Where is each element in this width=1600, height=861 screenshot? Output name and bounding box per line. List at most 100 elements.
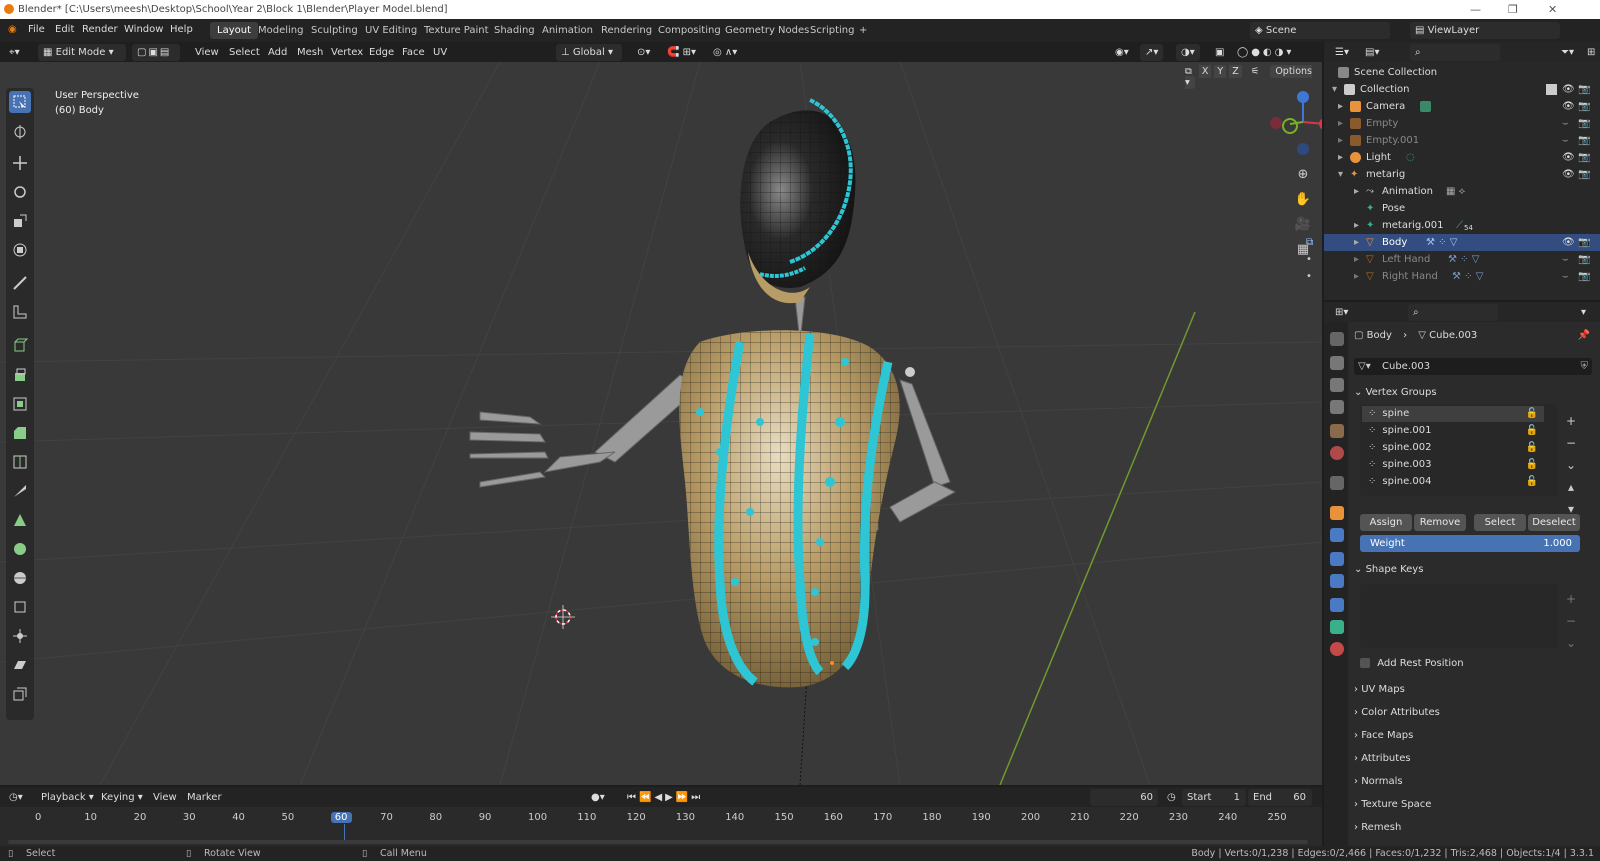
preview-range-icon[interactable]: ◷ [1162, 789, 1181, 806]
snap-icon[interactable]: 🧲 ⊞▾ [662, 44, 701, 61]
mode-selector[interactable]: ▦ Edit Mode ▾ [38, 44, 126, 61]
render-camera-icon[interactable]: 📷 [1578, 251, 1590, 268]
tab-texture-paint[interactable]: Texture Paint [417, 22, 496, 39]
section-texture-space[interactable]: › Texture Space [1354, 795, 1594, 815]
transform-tool-icon[interactable] [9, 239, 31, 261]
tab-animation[interactable]: Animation [535, 22, 600, 39]
display-mode-icon[interactable]: ▤▾ [1360, 44, 1384, 61]
menu-uv[interactable]: UV [428, 44, 452, 61]
modifier-tab-icon[interactable] [1330, 528, 1344, 542]
exclude-checkbox[interactable] [1546, 84, 1557, 95]
section-remesh[interactable]: › Remesh [1354, 818, 1594, 838]
proportional-edit-icon[interactable]: ◎ ∧▾ [708, 44, 742, 61]
world-tab-icon[interactable] [1330, 446, 1344, 460]
rotate-tool-icon[interactable] [9, 181, 31, 203]
section-normals[interactable]: › Normals [1354, 772, 1594, 792]
fake-user-shield-icon[interactable]: ⛨ [1581, 358, 1589, 375]
tab-sculpting[interactable]: Sculpting [304, 22, 365, 39]
object-tab-icon[interactable] [1330, 506, 1344, 520]
move-up-icon[interactable]: ▴ [1566, 476, 1576, 498]
loop-cut-tool-icon[interactable] [9, 451, 31, 473]
outliner-row-camera[interactable]: ▸ Camera 👁 📷 [1324, 98, 1600, 115]
move-tool-icon[interactable] [9, 152, 31, 174]
menu-file[interactable]: File [28, 24, 45, 35]
remove-shape-key-icon[interactable]: − [1566, 610, 1576, 632]
outliner-row-metarig[interactable]: ▾ ✦ metarig 👁 📷 [1324, 166, 1600, 183]
minimize-icon[interactable]: — [1470, 0, 1481, 19]
mesh-name-field[interactable]: ▽▾ Cube.003 ⛨ [1354, 358, 1592, 375]
3d-viewport[interactable]: User Perspective (60) Body ⧉ X Y Z ⚟ Opt… [0, 62, 1322, 785]
add-workspace-button[interactable]: + [852, 22, 874, 39]
menu-view[interactable]: View [190, 44, 224, 61]
transform-orientation[interactable]: ⊥ Global ▾ [556, 44, 622, 61]
menu-mesh[interactable]: Mesh [292, 44, 328, 61]
outliner-editor-type-icon[interactable]: ☰▾ [1330, 44, 1354, 61]
menu-face[interactable]: Face [397, 44, 430, 61]
group-specials-icon[interactable]: ⌄ [1566, 454, 1576, 476]
vertex-group-item[interactable]: ⁘ spine.002 🔓 [1362, 440, 1544, 456]
new-collection-icon[interactable]: ⊞ [1582, 44, 1600, 61]
overlay-toggle-icon[interactable]: ◑▾ [1176, 44, 1200, 61]
vertex-group-item[interactable]: ⁘ spine.001 🔓 [1362, 423, 1544, 439]
edge-slide-tool-icon[interactable] [9, 596, 31, 618]
expand-icon[interactable]: ▸ [1338, 149, 1343, 166]
outliner-row-right-hand[interactable]: • ▸ ▽ Right Hand ⚒ ⁘ ▽ ⌣ 📷 [1306, 268, 1600, 285]
expand-icon[interactable]: ▾ [1338, 166, 1343, 183]
maximize-icon[interactable]: ❐ [1508, 0, 1518, 19]
outliner-row-scene-collection[interactable]: Scene Collection [1324, 64, 1600, 81]
add-shape-key-icon[interactable]: + [1566, 588, 1576, 610]
bevel-tool-icon[interactable] [9, 422, 31, 444]
menu-help[interactable]: Help [170, 24, 193, 35]
outliner-row-metarig-001[interactable]: ▸ ✦ metarig.001 ⟋ 54 [1324, 217, 1600, 234]
output-tab-icon[interactable] [1330, 378, 1344, 392]
deselect-button[interactable]: Deselect [1528, 514, 1580, 531]
menu-select[interactable]: Select [224, 44, 265, 61]
particles-tab-icon[interactable] [1330, 552, 1344, 566]
weight-slider[interactable]: Weight 1.000 [1360, 535, 1580, 552]
mesh-data-tab-icon[interactable] [1330, 620, 1344, 634]
vertex-groups-header[interactable]: ⌄ Vertex Groups [1354, 383, 1594, 403]
tab-modeling[interactable]: Modeling [251, 22, 311, 39]
render-camera-icon[interactable]: 📷 [1578, 268, 1590, 285]
view-layer-tab-icon[interactable] [1330, 400, 1344, 414]
visibility-eye-icon[interactable]: 👁 [1562, 166, 1575, 183]
shape-key-specials-icon[interactable]: ⌄ [1566, 632, 1576, 654]
lock-icon[interactable]: 🔓 [1526, 440, 1538, 456]
editor-type-icon[interactable]: ⌖▾ [4, 44, 25, 61]
menu-playback[interactable]: Playback ▾ [36, 789, 99, 806]
axis-z-toggle[interactable]: Z [1229, 65, 1242, 78]
shrink-fatten-tool-icon[interactable] [9, 625, 31, 647]
shape-keys-header[interactable]: ⌄ Shape Keys [1354, 560, 1594, 580]
hidden-eye-icon[interactable]: ⌣ [1562, 115, 1569, 132]
navigation-gizmo[interactable] [1270, 91, 1322, 155]
axis-y-toggle[interactable]: Y [1214, 65, 1227, 78]
assign-button[interactable]: Assign [1360, 514, 1412, 531]
render-camera-icon[interactable]: 📷 [1578, 149, 1590, 166]
outliner-row-collection[interactable]: ▾ Collection 👁 📷 [1324, 81, 1600, 98]
menu-timeline-view[interactable]: View [148, 789, 182, 806]
record-icon[interactable]: ●▾ [586, 789, 610, 806]
visibility-icon[interactable]: ◉▾ [1110, 44, 1134, 61]
expand-icon[interactable]: ▾ [1332, 81, 1337, 98]
add-cube-tool-icon[interactable] [9, 334, 31, 356]
section-color-attributes[interactable]: › Color Attributes [1354, 703, 1594, 723]
filter-icon[interactable]: ⏷▾ [1556, 44, 1579, 61]
add-group-icon[interactable]: + [1566, 410, 1576, 432]
add-rest-position-checkbox[interactable] [1360, 658, 1370, 668]
menu-marker[interactable]: Marker [182, 789, 227, 806]
pan-hand-icon[interactable]: ✋ [1292, 187, 1314, 212]
menu-add[interactable]: Add [263, 44, 292, 61]
outliner-row-animation[interactable]: ▸ ⤳ Animation ▦ ⟡ [1324, 183, 1600, 200]
outliner-row-light[interactable]: ▸ Light ◌ 👁 📷 [1324, 149, 1600, 166]
menu-window[interactable]: Window [124, 24, 163, 35]
render-camera-icon[interactable]: 📷 [1578, 115, 1590, 132]
visibility-eye-icon[interactable]: 👁 [1562, 81, 1575, 98]
auto-merge-icon[interactable]: ⚟ [1251, 66, 1260, 77]
lock-icon[interactable]: 🔓 [1526, 406, 1538, 422]
current-frame-field[interactable]: 60 [1090, 789, 1158, 806]
end-frame-field[interactable]: End 60 [1248, 789, 1312, 806]
outliner-row-body[interactable]: ⧉ ▸ ▽ Body ⚒ ⁘ ▽ 👁 📷 [1306, 234, 1600, 251]
tab-rendering[interactable]: Rendering [594, 22, 659, 39]
playback-controls[interactable]: ⏮⏪◀▶⏩⏭ [622, 789, 708, 806]
poly-build-tool-icon[interactable] [9, 509, 31, 531]
